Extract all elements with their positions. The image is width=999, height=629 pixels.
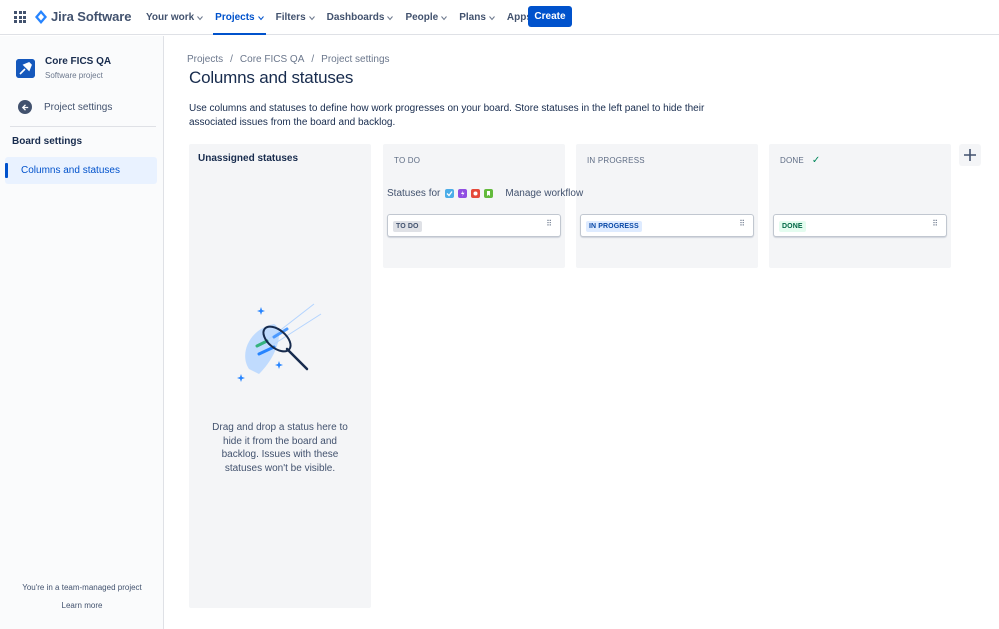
- badminton-racket-illustration: [237, 303, 322, 382]
- top-navigation: Jira Software Your work Projects Filters…: [0, 0, 999, 35]
- project-type: Software project: [45, 71, 103, 80]
- drag-handle-icon[interactable]: ⠿: [546, 219, 552, 228]
- divider: [10, 126, 156, 127]
- nav-your-work[interactable]: Your work: [140, 0, 209, 35]
- nav-label: Plans: [459, 12, 486, 23]
- chevron-down-icon: [489, 15, 495, 20]
- breadcrumb-projects[interactable]: Projects: [187, 54, 223, 65]
- learn-more-link[interactable]: Learn more: [0, 601, 164, 610]
- nav-label: Filters: [275, 12, 306, 23]
- story-icon: [484, 189, 494, 198]
- chevron-down-icon: [257, 15, 264, 20]
- app-switcher-icon[interactable]: [14, 11, 26, 23]
- project-header[interactable]: Core FICS QA Software project: [16, 56, 111, 80]
- sidebar: Core FICS QA Software project Project se…: [0, 36, 164, 629]
- status-card-todo[interactable]: TO DO ⠿: [387, 214, 561, 237]
- nav-projects[interactable]: Projects: [209, 0, 269, 35]
- status-lozenge: DONE: [779, 221, 806, 232]
- column-name: IN PROGRESS: [587, 156, 645, 165]
- unassigned-title: Unassigned statuses: [198, 153, 299, 164]
- bug-icon: [471, 189, 481, 198]
- nav-label: Your work: [146, 12, 195, 23]
- manage-workflow-link[interactable]: Manage workflow: [505, 188, 583, 199]
- column-name: DONE: [780, 156, 804, 165]
- check-icon: ✓: [811, 155, 821, 166]
- task-icon: [445, 189, 455, 198]
- status-card-done[interactable]: DONE ⠿: [773, 214, 947, 237]
- column-todo[interactable]: TO DO TO DO ⠿: [383, 144, 565, 268]
- statuses-for-row: Statuses for Manage workflow: [387, 188, 583, 199]
- chevron-down-icon: [308, 15, 315, 20]
- statuses-for-label: Statuses for: [387, 188, 441, 199]
- arrow-left-icon: [18, 100, 32, 114]
- project-avatar-icon: [16, 59, 35, 78]
- page-title: Columns and statuses: [189, 68, 354, 87]
- section-heading: Board settings: [12, 136, 83, 147]
- column-header[interactable]: TO DO: [383, 144, 565, 177]
- logo-text: Jira Software: [51, 9, 132, 24]
- chevron-down-icon: [387, 15, 394, 20]
- breadcrumb: Projects / Core FICS QA / Project settin…: [187, 54, 390, 65]
- jira-diamond-icon: [35, 9, 47, 24]
- column-header[interactable]: DONE ✓: [769, 144, 951, 177]
- back-to-project-settings[interactable]: Project settings: [18, 100, 112, 114]
- column-header[interactable]: IN PROGRESS: [576, 144, 758, 177]
- subtask-icon: [458, 189, 468, 198]
- nav-label: Dashboards: [326, 12, 385, 23]
- nav-label: People: [405, 12, 439, 23]
- back-label: Project settings: [44, 101, 113, 113]
- jira-logo[interactable]: Jira Software: [35, 9, 131, 24]
- breadcrumb-separator: /: [311, 54, 315, 65]
- sidebar-item-columns-and-statuses[interactable]: Columns and statuses: [5, 157, 157, 184]
- unassigned-empty-text: Drag and drop a status here to hide it f…: [212, 422, 348, 474]
- chevron-down-icon: [197, 15, 204, 20]
- nav-people[interactable]: People: [399, 0, 453, 35]
- breadcrumb-separator: /: [230, 54, 233, 65]
- drag-handle-icon[interactable]: ⠿: [739, 219, 745, 228]
- column-done[interactable]: DONE ✓ DONE ⠿: [769, 144, 951, 268]
- unassigned-statuses-panel[interactable]: Unassigned statuses Drag and drop a stat…: [189, 144, 371, 608]
- nav-items: Your work Projects Filters Dashboards Pe…: [140, 0, 547, 35]
- nav-dashboards[interactable]: Dashboards: [321, 0, 400, 35]
- plus-icon: [964, 149, 976, 161]
- team-managed-note: You're in a team-managed project: [22, 583, 142, 592]
- project-name: Core FICS QA: [45, 56, 112, 67]
- column-in-progress[interactable]: IN PROGRESS IN PROGRESS ⠿: [576, 144, 758, 268]
- chevron-down-icon: [441, 15, 448, 20]
- nav-label: Projects: [215, 12, 255, 23]
- add-column-button[interactable]: [959, 144, 981, 166]
- nav-filters[interactable]: Filters: [270, 0, 321, 35]
- column-name: TO DO: [394, 156, 421, 165]
- status-lozenge: IN PROGRESS: [586, 221, 642, 232]
- page-description: Use columns and statuses to define how w…: [189, 103, 705, 128]
- sidebar-item-label: Columns and statuses: [21, 165, 120, 176]
- breadcrumb-project-settings[interactable]: Project settings: [321, 54, 389, 65]
- nav-plans[interactable]: Plans: [453, 0, 501, 35]
- create-button[interactable]: Create: [528, 6, 572, 27]
- status-card-in-progress[interactable]: IN PROGRESS ⠿: [580, 214, 754, 237]
- status-lozenge: TO DO: [393, 221, 422, 232]
- breadcrumb-project[interactable]: Core FICS QA: [240, 54, 304, 65]
- drag-handle-icon[interactable]: ⠿: [932, 219, 938, 228]
